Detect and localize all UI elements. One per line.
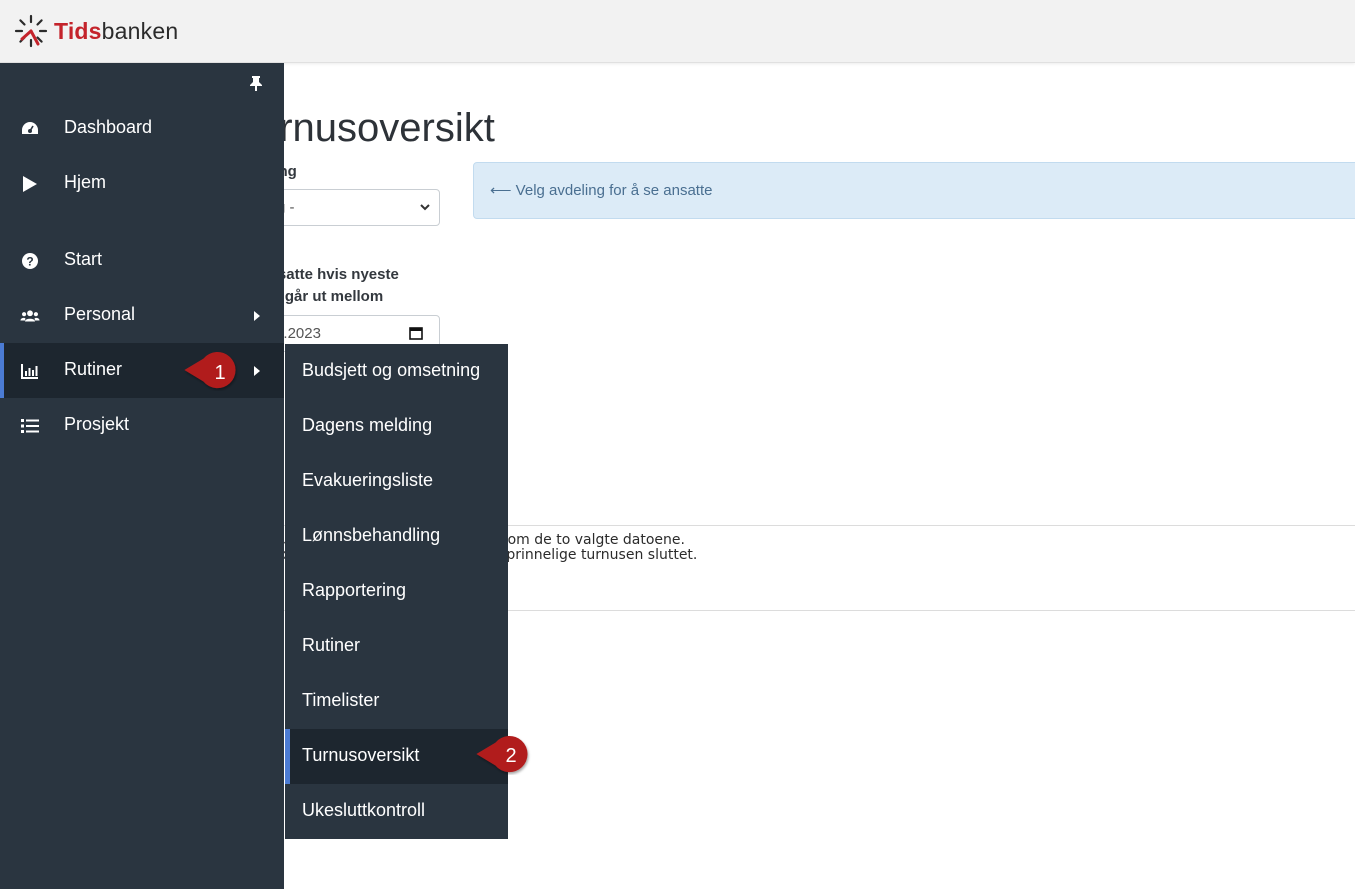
chevron-down-icon [420,204,430,211]
play-icon [23,176,37,192]
submenu-item-label: Rapportering [302,580,407,600]
sidebar-item-hjem[interactable]: Hjem [0,156,284,211]
submenu-item-label: Turnusoversikt [302,745,420,765]
caret-right-icon [254,366,260,376]
logo-text-part2: banken [101,17,179,44]
submenu-item-label: Evakueringsliste [302,470,434,490]
logo-text-part1: Tids [54,17,102,44]
dashboard-icon [22,122,38,134]
sidebar-item-dashboard[interactable]: Dashboard [0,101,284,156]
sidebar-item-label: Rutiner [64,359,123,379]
submenu-item-ukesluttkontroll[interactable]: Ukesluttkontroll [285,784,508,839]
submenu-item-label: Lønnsbehandling [302,525,441,545]
logo-icon [14,14,48,48]
submenu-item-label: Dagens melding [302,415,433,435]
submenu-item-label: Rutiner [302,635,361,655]
list-icon [21,419,39,433]
submenu-item-budsjett[interactable]: Budsjett og omsetning [285,344,508,399]
submenu-item-label: Budsjett og omsetning [302,360,481,380]
question-circle-icon: ? [22,253,38,269]
caret-right-icon [254,311,260,321]
callout-number-2: 2 [505,745,517,767]
submenu-item-rutiner[interactable]: Rutiner [285,619,508,674]
callout-number-1: 1 [214,362,226,384]
logo-text: Tidsbanken [54,18,178,45]
sidebar-item-start[interactable]: ? Start [0,233,284,288]
top-bar: Tidsbanken [0,0,1355,63]
sidebar-item-label: Personal [64,304,136,324]
submenu-item-rapportering[interactable]: Rapportering [285,564,508,619]
submenu-item-label: Timelister [302,690,380,710]
svg-text:?: ? [26,255,33,269]
sidebar: Dashboard Hjem ? Start Personal Rutiner … [0,63,284,889]
submenu-item-evakueringsliste[interactable]: Evakueringsliste [285,454,508,509]
submenu-item-dagens-melding[interactable]: Dagens melding [285,399,508,454]
users-icon [20,310,40,322]
calendar-icon[interactable] [409,326,423,340]
submenu-item-label: Ukesluttkontroll [302,800,426,820]
bar-chart-icon [21,364,38,379]
sidebar-item-personal[interactable]: Personal [0,288,284,343]
pin-icon[interactable] [249,75,263,91]
submenu-item-timelister[interactable]: Timelister [285,674,508,729]
sidebar-item-prosjekt[interactable]: Prosjekt [0,398,284,453]
sidebar-item-label: Dashboard [64,117,153,137]
info-alert: ⟵ Velg avdeling for å se ansatte [473,162,1355,219]
tidsbanken-logo[interactable]: Tidsbanken [14,14,178,48]
sidebar-item-label: Prosjekt [64,414,130,434]
submenu-item-lonnsbehandling[interactable]: Lønnsbehandling [285,509,508,564]
sidebar-item-label: Start [64,249,103,269]
sidebar-item-label: Hjem [64,172,107,192]
